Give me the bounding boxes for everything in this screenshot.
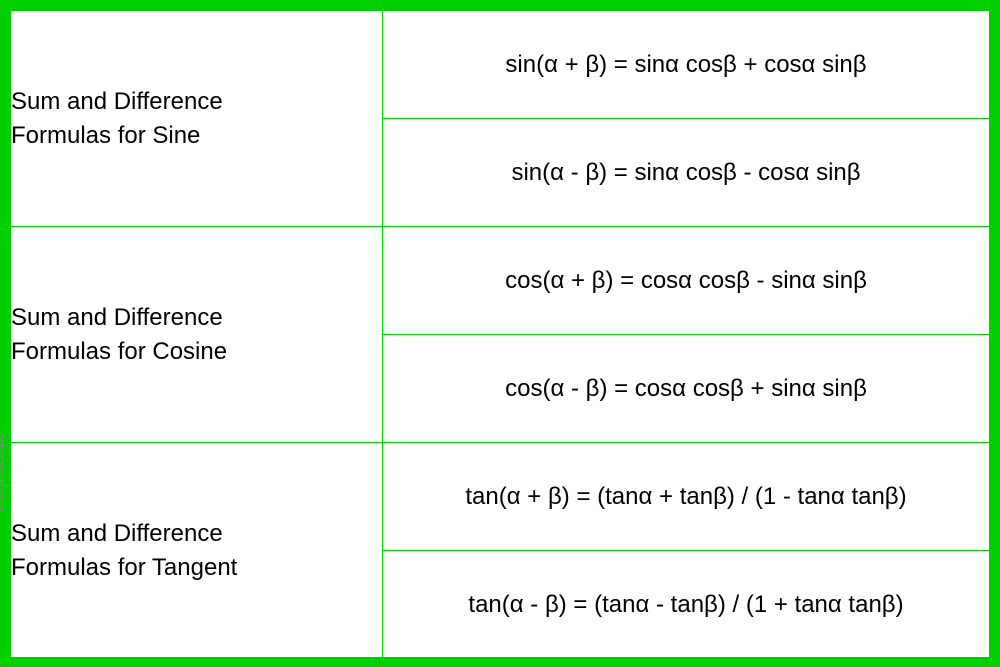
label-line: Formulas for Tangent — [11, 554, 237, 581]
section-label-cosine: Sum and Difference Formulas for Cosine — [11, 227, 383, 443]
label-line: Sum and Difference — [11, 304, 223, 331]
formula-cosine-sum: cos(α + β) = cosα cosβ - sinα sinβ — [383, 227, 990, 335]
table-frame: Sum and Difference Formulas for Sine sin… — [0, 0, 1000, 667]
table-row: Sum and Difference Formulas for Sine sin… — [11, 11, 990, 119]
table-row: Sum and Difference Formulas for Cosine c… — [11, 227, 990, 335]
section-label-sine: Sum and Difference Formulas for Sine — [11, 11, 383, 227]
label-line: Sum and Difference — [11, 88, 223, 115]
formula-tangent-diff: tan(α - β) = (tanα - tanβ) / (1 + tanα t… — [383, 551, 990, 659]
table-row: Sum and Difference Formulas for Tangent … — [11, 443, 990, 551]
formula-tangent-sum: tan(α + β) = (tanα + tanβ) / (1 - tanα t… — [383, 443, 990, 551]
section-label-tangent: Sum and Difference Formulas for Tangent — [11, 443, 383, 659]
formula-table: Sum and Difference Formulas for Sine sin… — [10, 10, 990, 659]
formula-sine-diff: sin(α - β) = sinα cosβ - cosα sinβ — [383, 119, 990, 227]
formula-sine-sum: sin(α + β) = sinα cosβ + cosα sinβ — [383, 11, 990, 119]
formula-cosine-diff: cos(α - β) = cosα cosβ + sinα sinβ — [383, 335, 990, 443]
label-line: Sum and Difference — [11, 520, 223, 547]
label-line: Formulas for Sine — [11, 122, 200, 149]
label-line: Formulas for Cosine — [11, 338, 227, 365]
watermark-text: 603752512 — [0, 433, 6, 512]
